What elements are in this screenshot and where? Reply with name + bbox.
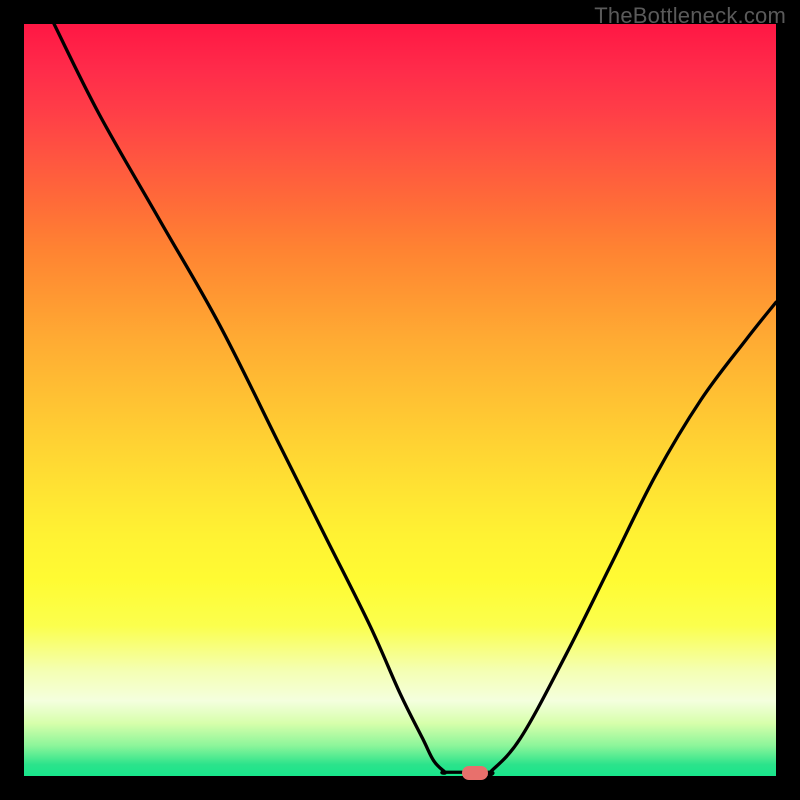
watermark-text: TheBottleneck.com bbox=[594, 3, 786, 29]
chart-frame: TheBottleneck.com bbox=[0, 0, 800, 800]
bottleneck-curve bbox=[24, 24, 776, 776]
optimal-point-marker bbox=[462, 766, 488, 780]
curve-path bbox=[54, 24, 776, 775]
